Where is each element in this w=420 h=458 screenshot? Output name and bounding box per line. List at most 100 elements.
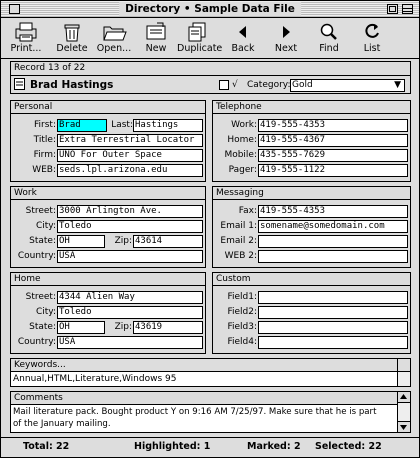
comments-section: Comments Mail literature pack. Bought pr… — [10, 391, 411, 433]
telephone-heading: Telephone — [213, 101, 410, 114]
back-label: Back — [231, 43, 255, 54]
record-header: Record 13 of 22 Brad Hastings √ Category… — [10, 61, 411, 94]
list-button[interactable]: List — [351, 21, 393, 57]
list-icon — [365, 23, 379, 38]
status-highlighted: Highlighted: 1 — [134, 441, 211, 452]
work-state-label: State: — [29, 236, 56, 246]
work-state-field[interactable]: OH — [57, 235, 105, 248]
work-phone-label: Work: — [231, 120, 257, 130]
mobile-phone-field[interactable]: 435-555-7629 — [258, 149, 408, 162]
card-icon — [14, 78, 25, 90]
web-field[interactable]: seds.lpl.arizona.edu — [57, 164, 203, 177]
new-button[interactable]: New — [135, 21, 177, 57]
category-value: Gold — [292, 80, 313, 90]
next-button[interactable]: Next — [265, 21, 307, 57]
work-country-field[interactable]: USA — [57, 250, 203, 263]
first-name-label: First: — [34, 120, 56, 130]
zoom-box-icon[interactable] — [387, 4, 398, 14]
field2-field[interactable] — [258, 306, 408, 319]
home-city-field[interactable]: Toledo — [57, 306, 203, 319]
work-country-label: Country: — [17, 251, 56, 261]
title-bar[interactable]: Directory • Sample Data File — [1, 1, 419, 18]
field1-label: Field1: — [227, 292, 257, 302]
home-country-label: Country: — [17, 337, 56, 347]
home-street-label: Street: — [25, 292, 56, 302]
magnifier-icon — [320, 23, 337, 40]
find-label: Find — [319, 43, 339, 54]
field3-field[interactable] — [258, 321, 408, 334]
pager-field[interactable]: 419-555-1122 — [258, 164, 408, 177]
field3-label: Field3: — [227, 322, 257, 332]
home-country-field[interactable]: USA — [57, 336, 203, 349]
field1-field[interactable] — [258, 291, 408, 304]
keywords-field[interactable]: Annual,HTML,Literature,Windows 95 — [11, 371, 397, 386]
telephone-section: Telephone Work: 419-555-4353 Home: 419-5… — [212, 100, 411, 182]
status-selected: Selected: 22 — [315, 441, 382, 452]
scroll-down-icon[interactable] — [398, 421, 410, 432]
print-button[interactable]: Print... — [5, 21, 47, 57]
home-section: Home Street: 4344 Alien Way City: Toledo… — [10, 272, 206, 354]
comments-scrollbar[interactable] — [397, 392, 410, 432]
work-street-field[interactable]: 3000 Arlington Ave. — [57, 205, 203, 218]
work-zip-field[interactable]: 43614 — [133, 235, 203, 248]
firm-field[interactable]: UNO For Outer Space — [57, 149, 203, 162]
status-total: Total: 22 — [23, 441, 70, 452]
scroll-up-icon[interactable] — [398, 392, 410, 403]
record-name: Brad Hastings — [30, 79, 114, 91]
keywords-value: Annual,HTML,Literature,Windows 95 — [13, 374, 177, 384]
first-name-field[interactable]: Brad — [57, 119, 107, 132]
keywords-scrollbar[interactable] — [397, 359, 410, 386]
printer-icon — [15, 22, 37, 42]
print-label: Print... — [10, 43, 42, 54]
email1-field[interactable]: somename@somedomain.com — [258, 220, 408, 233]
web-label: WEB: — [32, 165, 56, 175]
title-label: Title: — [33, 135, 56, 145]
field4-field[interactable] — [258, 336, 408, 349]
new-record-icon — [146, 22, 166, 40]
delete-label: Delete — [56, 43, 88, 54]
custom-section: Custom Field1: Field2: Field3: Field4: — [212, 272, 411, 354]
find-button[interactable]: Find — [308, 21, 350, 57]
last-name-field[interactable]: Hastings — [133, 119, 203, 132]
category-select[interactable]: Gold ▼ — [290, 79, 405, 92]
record-content: Record 13 of 22 Brad Hastings √ Category… — [10, 61, 411, 433]
duplicate-label: Duplicate — [177, 43, 223, 54]
home-heading: Home — [11, 273, 205, 286]
keywords-button[interactable]: Keywords... — [14, 359, 66, 371]
open-button[interactable]: Open... — [93, 21, 135, 57]
delete-button[interactable]: Delete — [51, 21, 93, 57]
fax-field[interactable]: 419-555-4353 — [258, 205, 408, 218]
home-street-field[interactable]: 4344 Alien Way — [57, 291, 203, 304]
email2-field[interactable] — [258, 235, 408, 248]
messaging-heading: Messaging — [213, 187, 410, 200]
web2-field[interactable] — [258, 250, 408, 263]
back-button[interactable]: Back — [222, 21, 264, 57]
field2-label: Field2: — [227, 307, 257, 317]
title-field[interactable]: Extra Terrestrial Locator — [57, 134, 203, 147]
work-phone-field[interactable]: 419-555-4353 — [258, 119, 408, 132]
work-city-field[interactable]: Toledo — [57, 220, 203, 233]
mark-checkbox[interactable] — [219, 80, 229, 90]
record-position: Record 13 of 22 — [14, 63, 86, 73]
comments-heading: Comments — [14, 393, 63, 403]
duplicate-button[interactable]: Duplicate — [177, 21, 223, 57]
pager-label: Pager: — [228, 165, 257, 175]
firm-label: Firm: — [33, 150, 56, 160]
personal-heading: Personal — [11, 101, 205, 114]
home-city-label: City: — [35, 307, 56, 317]
work-city-label: City: — [35, 221, 56, 231]
close-box-icon[interactable] — [9, 4, 20, 14]
next-arrow-icon — [283, 26, 290, 38]
duplicate-icon — [188, 22, 206, 42]
comments-field[interactable]: Mail literature pack. Bought product Y o… — [11, 404, 397, 432]
collapse-box-icon[interactable] — [402, 4, 413, 14]
home-state-field[interactable]: OH — [57, 321, 105, 334]
home-phone-field[interactable]: 419-555-4367 — [258, 134, 408, 147]
home-zip-field[interactable]: 43619 — [133, 321, 203, 334]
last-name-label: Last: — [111, 120, 133, 130]
home-phone-label: Home: — [227, 135, 257, 145]
trash-icon — [64, 24, 80, 42]
scroll-up-icon[interactable] — [398, 359, 410, 372]
app-window: Directory • Sample Data File Print... De… — [0, 0, 420, 458]
work-street-label: Street: — [25, 206, 56, 216]
